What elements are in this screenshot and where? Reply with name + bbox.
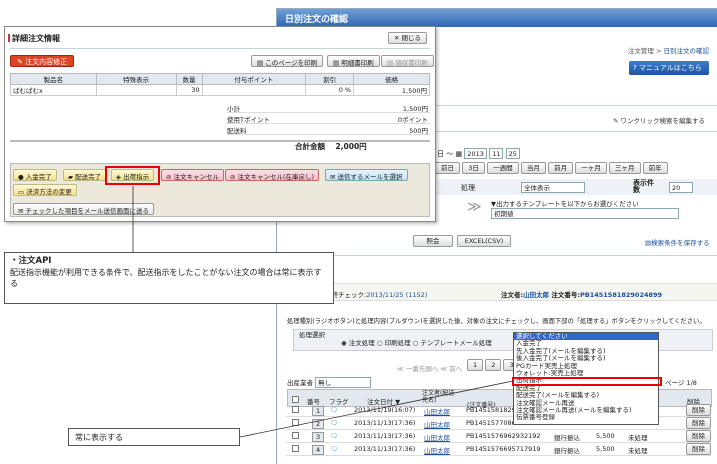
callout-connectors (132, 186, 514, 438)
annotation-body: 配送指示機能が利用できる条件で、配送指示をしたことがない注文の場合は常に表示する (10, 268, 322, 288)
annotation-always: 常に表示する (68, 428, 240, 446)
annotation-heading: ・注文API (10, 256, 52, 266)
annotation-api: ・注文API 配送指示機能が利用できる条件で、配送指示をしたことがない注文の場合… (4, 252, 334, 304)
connector-line-2 (239, 380, 514, 438)
